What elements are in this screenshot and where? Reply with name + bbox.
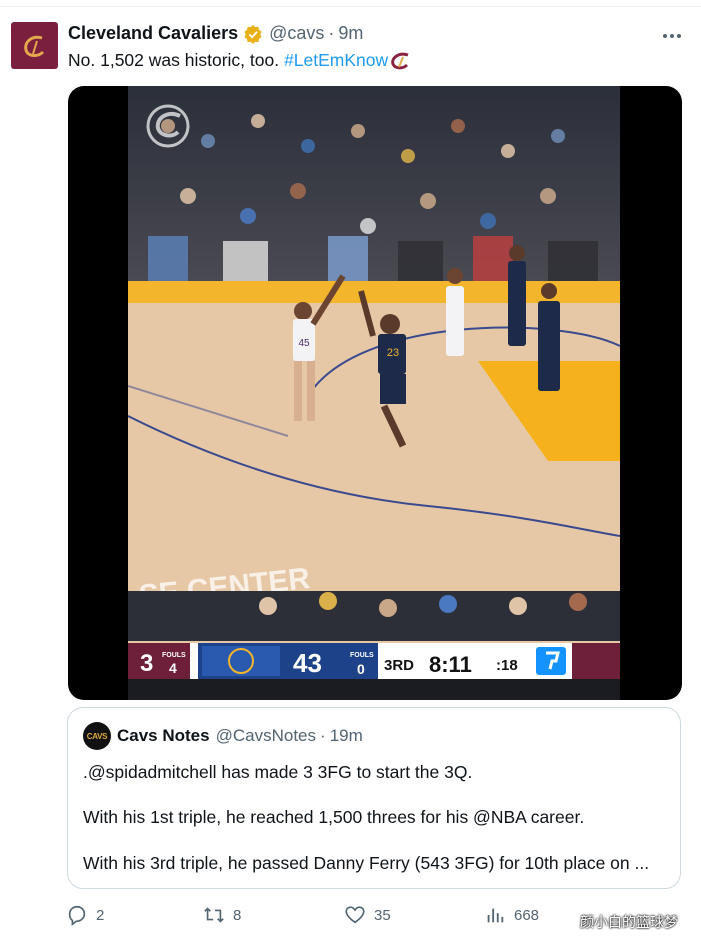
player-45-number: 45 (298, 338, 310, 349)
video-player[interactable]: 45 23 SE CENTER 3 FOULS 4 43 FOULS 0 3RD… (68, 86, 682, 700)
retweet-count: 8 (233, 906, 242, 924)
views-bar-chart-icon (487, 908, 504, 923)
retweet-icon (204, 907, 224, 923)
tweet-header: Cleveland Cavaliers @cavs · 9m (68, 23, 363, 44)
away-fouls-label: FOULS (162, 652, 186, 659)
quoted-tweet[interactable]: CAVS Cavs Notes @CavsNotes · 19m .@spida… (67, 707, 681, 889)
top-divider (0, 6, 701, 7)
tweet-timestamp[interactable]: 9m (338, 23, 363, 44)
away-score: 3 (140, 650, 153, 677)
quoted-timestamp[interactable]: 19m (330, 726, 363, 746)
more-options-button[interactable] (660, 26, 684, 46)
quoted-author-handle[interactable]: @CavsNotes (216, 726, 316, 746)
away-fouls: 4 (169, 660, 177, 676)
cavs-avatar[interactable] (11, 22, 58, 69)
retweet-button[interactable]: 8 (203, 904, 241, 926)
author-name[interactable]: Cleveland Cavaliers (68, 23, 238, 44)
home-score: 43 (293, 648, 322, 678)
author-handle[interactable]: @cavs (269, 23, 324, 44)
more-dots-icon (663, 34, 681, 38)
shot-clock: :18 (496, 657, 518, 674)
home-fouls-label: FOULS (350, 652, 374, 659)
image-watermark: 颜小白的篮球梦 (580, 914, 678, 930)
quoted-author-name[interactable]: Cavs Notes (117, 726, 210, 746)
reply-count: 2 (96, 906, 105, 924)
views-button[interactable]: 668 (484, 904, 539, 926)
like-count: 35 (374, 906, 391, 924)
cavs-hashtag-logo-icon (391, 52, 409, 69)
reply-button[interactable]: 2 (66, 904, 104, 926)
quoted-text-line-3: With his 3rd triple, he passed Danny Fer… (83, 853, 650, 873)
cavs-notes-avatar-text: CAVS (86, 731, 108, 741)
video-frame[interactable]: 45 23 SE CENTER 3 FOULS 4 43 FOULS 0 3RD… (128, 86, 620, 700)
game-clock: 8:11 (429, 652, 472, 677)
heart-icon (345, 906, 365, 924)
scorebug: 3 FOULS 4 43 FOULS 0 3RD 8:11 :18 (128, 643, 620, 679)
tweet-text: No. 1,502 was historic, too. #LetEmKnow (68, 50, 411, 71)
cavs-notes-avatar[interactable]: CAVS (83, 722, 111, 750)
tweet-body: No. 1,502 was historic, too. (68, 50, 280, 70)
basketball-court-scene: 45 23 SE CENTER 3 FOULS 4 43 FOULS 0 3RD… (128, 86, 620, 700)
like-button[interactable]: 35 (344, 904, 391, 926)
verified-badge-icon[interactable] (243, 24, 263, 44)
home-fouls: 0 (357, 661, 365, 677)
separator-dot: · (328, 23, 335, 43)
player-23-number: 23 (387, 347, 399, 359)
quoted-tweet-header: CAVS Cavs Notes @CavsNotes · 19m (83, 722, 363, 750)
quoted-separator-dot: · (320, 726, 326, 745)
cavs-logo-icon (23, 35, 44, 57)
quoted-text-line-1: .@spidadmitchell has made 3 3FG to start… (83, 762, 473, 782)
reply-icon (68, 905, 86, 926)
hashtag-link[interactable]: #LetEmKnow (284, 50, 388, 71)
view-count: 668 (514, 906, 540, 924)
quarter: 3RD (384, 657, 414, 674)
quoted-text-line-2: With his 1st triple, he reached 1,500 th… (83, 807, 585, 827)
